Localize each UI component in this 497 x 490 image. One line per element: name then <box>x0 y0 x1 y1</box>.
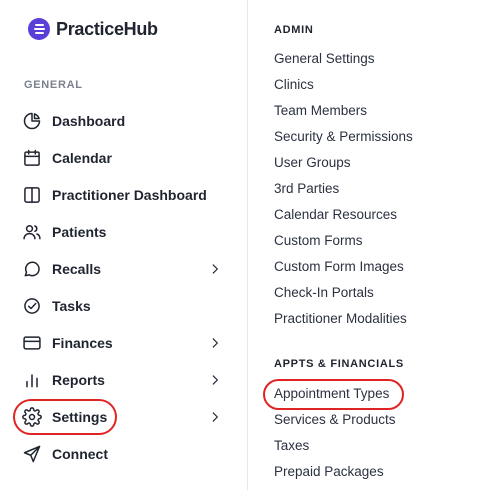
check-circle-icon <box>22 296 42 316</box>
sidebar-item-finances[interactable]: Finances <box>22 328 232 358</box>
menu-link-appointment-types[interactable]: Appointment Types <box>274 386 389 401</box>
sidebar-item-label: Finances <box>52 335 113 351</box>
sidebar-item-settings[interactable]: Settings <box>22 402 232 432</box>
sidebar: PracticeHub GENERAL Dashboard Calendar P… <box>0 0 248 490</box>
sidebar-item-label: Reports <box>52 372 105 388</box>
sidebar-item-label: Connect <box>52 446 108 462</box>
split-panel-icon <box>22 185 42 205</box>
settings-menu-panel: ADMIN General Settings Clinics Team Memb… <box>248 0 497 490</box>
chat-bubble-icon <box>22 259 42 279</box>
menu-link-prepaid-packages[interactable]: Prepaid Packages <box>274 464 384 479</box>
menu-link-security-permissions[interactable]: Security & Permissions <box>274 129 413 144</box>
menu-link-custom-form-images[interactable]: Custom Form Images <box>274 259 404 274</box>
menu-link-team-members[interactable]: Team Members <box>274 103 367 118</box>
sidebar-item-label: Recalls <box>52 261 102 277</box>
users-icon <box>22 222 42 242</box>
calendar-icon <box>22 148 42 168</box>
bar-chart-icon <box>22 370 42 390</box>
section-heading-admin: ADMIN <box>274 24 314 36</box>
section-heading-appts-financials: APPTS & FINANCIALS <box>274 358 404 370</box>
sidebar-item-reports[interactable]: Reports <box>22 365 232 395</box>
sidebar-item-label: Tasks <box>52 298 91 314</box>
menu-link-practitioner-modalities[interactable]: Practitioner Modalities <box>274 311 407 326</box>
sidebar-item-label: Calendar <box>52 150 112 166</box>
sidebar-item-connect[interactable]: Connect <box>22 439 232 469</box>
chevron-right-icon[interactable] <box>208 373 222 387</box>
sidebar-item-label: Patients <box>52 224 107 240</box>
menu-link-check-in-portals[interactable]: Check-In Portals <box>274 285 374 300</box>
sidebar-item-calendar[interactable]: Calendar <box>22 143 232 173</box>
chevron-right-icon[interactable] <box>208 410 222 424</box>
sidebar-item-label: Practitioner Dashboard <box>52 187 207 203</box>
chevron-right-icon[interactable] <box>208 262 222 276</box>
sidebar-item-tasks[interactable]: Tasks <box>22 291 232 321</box>
brand-name: PracticeHub <box>56 18 158 39</box>
menu-link-user-groups[interactable]: User Groups <box>274 155 351 170</box>
brand[interactable]: PracticeHub <box>28 16 158 42</box>
menu-link-taxes[interactable]: Taxes <box>274 438 309 453</box>
menu-link-services-products[interactable]: Services & Products <box>274 412 396 427</box>
send-icon <box>22 444 42 464</box>
sidebar-item-dashboard[interactable]: Dashboard <box>22 106 232 136</box>
gear-icon <box>22 407 42 427</box>
pie-chart-icon <box>22 111 42 131</box>
menu-link-general-settings[interactable]: General Settings <box>274 51 375 66</box>
menu-link-3rd-parties[interactable]: 3rd Parties <box>274 181 339 196</box>
chevron-right-icon[interactable] <box>208 336 222 350</box>
section-label-general: GENERAL <box>24 79 83 91</box>
menu-link-clinics[interactable]: Clinics <box>274 77 314 92</box>
credit-card-icon <box>22 333 42 353</box>
menu-link-calendar-resources[interactable]: Calendar Resources <box>274 207 397 222</box>
sidebar-item-patients[interactable]: Patients <box>22 217 232 247</box>
menu-link-custom-forms[interactable]: Custom Forms <box>274 233 363 248</box>
brand-logo-icon <box>28 18 50 40</box>
sidebar-item-practitioner-dashboard[interactable]: Practitioner Dashboard <box>22 180 232 210</box>
sidebar-item-label: Settings <box>52 409 108 425</box>
sidebar-item-recalls[interactable]: Recalls <box>22 254 232 284</box>
sidebar-item-label: Dashboard <box>52 113 126 129</box>
